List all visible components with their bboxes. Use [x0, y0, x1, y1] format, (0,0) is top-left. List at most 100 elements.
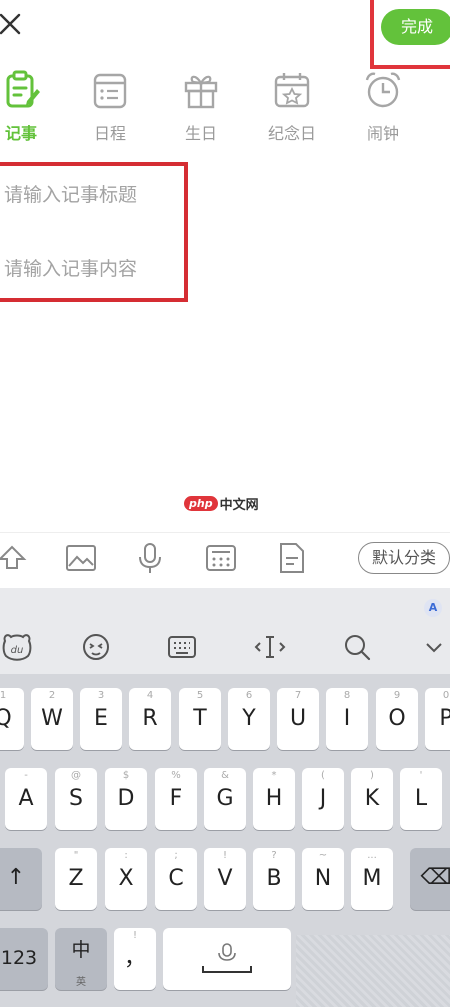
punctuation-key[interactable]: !，: [114, 928, 156, 990]
key-hint: $: [122, 770, 130, 781]
key-u[interactable]: 7U: [277, 688, 319, 750]
key-char: W: [41, 706, 63, 731]
keyboard-skin-button[interactable]: du: [0, 630, 34, 664]
key-v[interactable]: ! V: [204, 848, 246, 910]
key-char: U: [289, 706, 307, 731]
key-char: G: [216, 786, 234, 811]
calculator-button[interactable]: [205, 542, 237, 574]
key-e[interactable]: 3E: [80, 688, 122, 750]
insert-image-button[interactable]: [65, 542, 97, 574]
number-key[interactable]: 123: [0, 928, 48, 990]
key-p[interactable]: 0P: [425, 688, 450, 750]
key-char: ，: [123, 946, 146, 971]
document-button[interactable]: [276, 542, 308, 574]
emoji-icon: [83, 634, 109, 660]
key-y[interactable]: 6Y: [228, 688, 270, 750]
key-a[interactable]: -A: [5, 768, 47, 830]
shift-key[interactable]: ↑: [0, 848, 42, 910]
key-hint: !: [222, 850, 227, 861]
key-char: B: [266, 866, 282, 891]
expand-up-icon: [0, 545, 27, 569]
key-hint: ~: [318, 850, 328, 861]
svg-text:du: du: [11, 645, 24, 656]
tab-birthday[interactable]: 生日: [171, 68, 231, 148]
key-char: A: [18, 786, 34, 811]
key-hint: 5: [196, 690, 204, 701]
key-hint: 8: [343, 690, 351, 701]
gift-icon: [184, 75, 218, 109]
tab-label: 纪念日: [267, 124, 316, 143]
calendar-star-icon: [274, 73, 310, 108]
keyboard-toolbar: [0, 588, 450, 674]
calculator-icon: [206, 545, 236, 571]
watermark: php 中文网: [184, 493, 259, 513]
key-x[interactable]: :X: [105, 848, 147, 910]
key-z[interactable]: " Z: [55, 848, 97, 910]
key-char: E: [94, 706, 108, 731]
key-char: K: [364, 786, 380, 811]
tab-schedule[interactable]: 日程: [80, 68, 140, 148]
key-i[interactable]: 8I: [326, 688, 368, 750]
key-j[interactable]: (J: [302, 768, 344, 830]
key-r[interactable]: 4R: [129, 688, 171, 750]
watermark-logo: php: [184, 496, 218, 511]
keyboard-switch-button[interactable]: [165, 630, 199, 664]
language-switch-key[interactable]: 中英: [55, 928, 107, 990]
key-char: V: [217, 866, 233, 891]
key-q[interactable]: 1Q: [0, 688, 24, 750]
document-icon: [280, 543, 304, 573]
key-hint: 7: [294, 690, 302, 701]
emoji-button[interactable]: [79, 630, 113, 664]
key-t[interactable]: 5T: [179, 688, 221, 750]
chevron-down-icon: [426, 643, 442, 653]
done-button[interactable]: 完成: [381, 9, 450, 45]
backspace-icon: ⌫: [420, 865, 450, 890]
key-s[interactable]: @ S: [55, 768, 97, 830]
key-char: I: [343, 706, 351, 731]
hide-keyboard-button[interactable]: [418, 630, 450, 664]
memo-content-input[interactable]: 请输入记事内容: [4, 254, 137, 281]
key-hint: 3: [97, 690, 105, 701]
key-char: R: [142, 706, 158, 731]
key-hint: 4: [146, 690, 154, 701]
key-w[interactable]: 2W: [31, 688, 73, 750]
key-f[interactable]: % F: [155, 768, 197, 830]
tab-label: 生日: [184, 124, 217, 143]
key-k[interactable]: ) K: [351, 768, 393, 830]
backspace-key[interactable]: ⌫: [410, 848, 450, 910]
tab-alarm[interactable]: 闹钟: [353, 68, 413, 148]
tab-label: 记事: [4, 124, 37, 143]
cursor-move-button[interactable]: [253, 630, 287, 664]
space-key[interactable]: [163, 928, 291, 990]
microphone-icon: [139, 543, 161, 573]
key-hint: !: [132, 930, 137, 941]
key-b[interactable]: ? B: [253, 848, 295, 910]
key-m[interactable]: ... M: [351, 848, 393, 910]
key-hint: 0: [442, 690, 450, 701]
key-hint: 2: [48, 690, 56, 701]
voice-input-button[interactable]: [134, 542, 166, 574]
shift-icon: ↑: [6, 865, 26, 890]
key-l[interactable]: ' L: [400, 768, 442, 830]
category-select[interactable]: 默认分类: [358, 542, 450, 574]
close-button[interactable]: [0, 10, 24, 38]
expand-up-button[interactable]: [0, 541, 28, 573]
key-hint: %: [171, 770, 181, 781]
key-c[interactable]: ; C: [155, 848, 197, 910]
image-icon: [66, 545, 96, 571]
tab-memo[interactable]: 记事: [0, 68, 51, 148]
memo-title-input[interactable]: 请输入记事标题: [4, 180, 137, 207]
key-char: Q: [0, 706, 12, 731]
tab-anniversary[interactable]: 纪念日: [262, 68, 322, 148]
key-hint: :: [124, 850, 128, 861]
key-char: J: [319, 786, 327, 811]
key-hint: ;: [174, 850, 178, 861]
key-h[interactable]: * H: [253, 768, 295, 830]
blurred-region: [296, 935, 450, 1007]
key-g[interactable]: & G: [204, 768, 246, 830]
search-button[interactable]: [340, 630, 374, 664]
key-o[interactable]: 9O: [376, 688, 418, 750]
memo-icon: [6, 70, 40, 108]
key-n[interactable]: ~ N: [302, 848, 344, 910]
key-d[interactable]: $ D: [105, 768, 147, 830]
